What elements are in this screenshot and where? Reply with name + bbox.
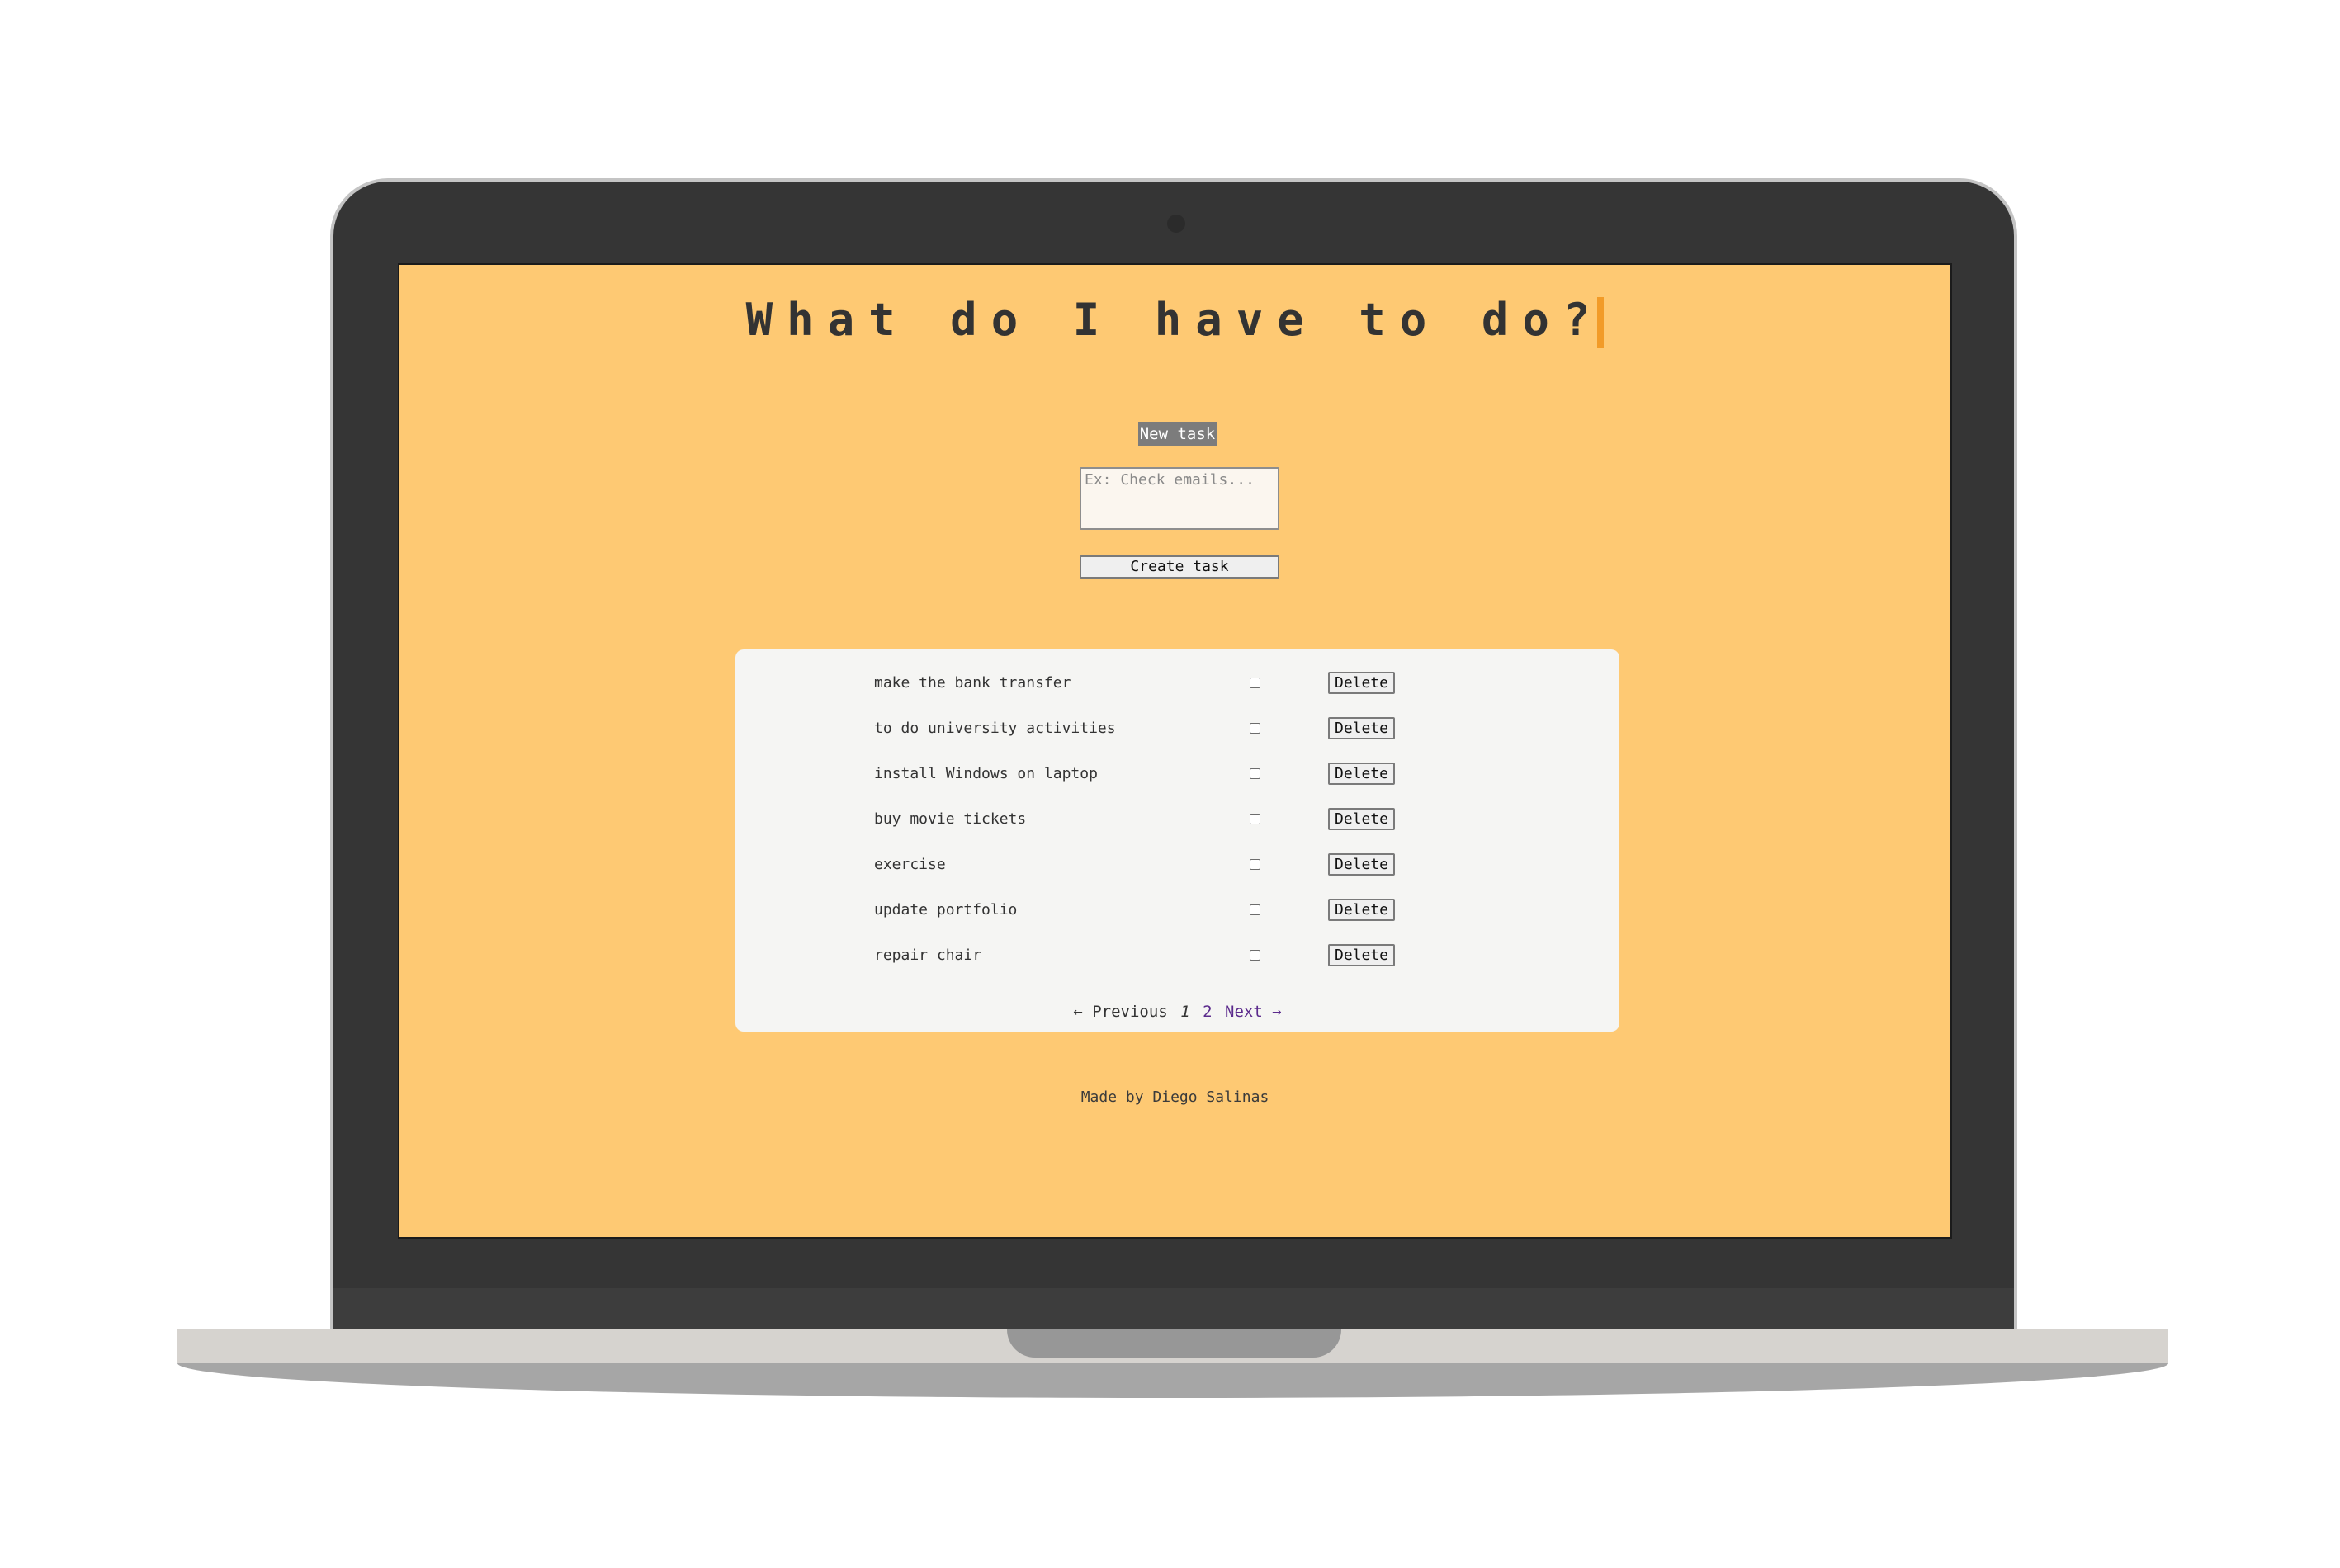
task-label: repair chair bbox=[874, 947, 982, 964]
footer-credit: Made by Diego Salinas bbox=[1080, 1089, 1269, 1106]
task-label: buy movie tickets bbox=[874, 810, 1027, 828]
delete-button[interactable]: Delete bbox=[1328, 808, 1395, 830]
task-checkbox[interactable] bbox=[1250, 723, 1260, 734]
laptop-notch bbox=[1007, 1329, 1341, 1358]
camera-icon bbox=[1167, 215, 1185, 233]
task-checkbox[interactable] bbox=[1250, 904, 1260, 915]
typing-cursor-icon bbox=[1597, 297, 1605, 349]
delete-button[interactable]: Delete bbox=[1328, 763, 1395, 785]
delete-button[interactable]: Delete bbox=[1328, 853, 1395, 876]
task-list: make the bank transfer Delete to do univ… bbox=[735, 649, 1619, 1032]
laptop-base-bottom bbox=[177, 1363, 2168, 1398]
pagination: ← Previous 1 2 Next → bbox=[735, 1003, 1619, 1021]
delete-button[interactable]: Delete bbox=[1328, 944, 1395, 966]
previous-page-label: ← Previous bbox=[1073, 1003, 1168, 1021]
delete-button[interactable]: Delete bbox=[1328, 899, 1395, 921]
task-input[interactable] bbox=[1080, 467, 1279, 530]
delete-button[interactable]: Delete bbox=[1328, 672, 1395, 694]
task-row: to do university activities Delete bbox=[735, 716, 1619, 741]
task-checkbox[interactable] bbox=[1250, 768, 1260, 779]
task-label: update portfolio bbox=[874, 901, 1018, 919]
task-checkbox[interactable] bbox=[1250, 678, 1260, 688]
new-task-label: New task bbox=[1138, 422, 1217, 446]
page-title: What do I have to do? bbox=[399, 291, 1950, 349]
create-task-button[interactable]: Create task bbox=[1080, 555, 1279, 579]
page-title-text: What do I have to do? bbox=[745, 294, 1605, 346]
task-row: repair chair Delete bbox=[735, 943, 1619, 968]
task-row: make the bank transfer Delete bbox=[735, 671, 1619, 696]
task-checkbox[interactable] bbox=[1250, 950, 1260, 961]
task-label: make the bank transfer bbox=[874, 674, 1071, 692]
task-checkbox[interactable] bbox=[1250, 859, 1260, 870]
laptop-mockup: What do I have to do? New task Create ta… bbox=[0, 0, 2340, 1568]
task-label: to do university activities bbox=[874, 720, 1116, 737]
task-checkbox[interactable] bbox=[1250, 814, 1260, 824]
next-page-link[interactable]: Next → bbox=[1225, 1003, 1282, 1021]
task-row: install Windows on laptop Delete bbox=[735, 762, 1619, 786]
task-label: install Windows on laptop bbox=[874, 765, 1098, 782]
page-2-link[interactable]: 2 bbox=[1203, 1003, 1212, 1021]
delete-button[interactable]: Delete bbox=[1328, 717, 1395, 739]
current-page: 1 bbox=[1180, 1003, 1190, 1021]
task-row: update portfolio Delete bbox=[735, 898, 1619, 923]
task-row: exercise Delete bbox=[735, 852, 1619, 877]
task-label: exercise bbox=[874, 856, 946, 873]
app-screen: What do I have to do? New task Create ta… bbox=[398, 263, 1952, 1239]
task-row: buy movie tickets Delete bbox=[735, 807, 1619, 832]
